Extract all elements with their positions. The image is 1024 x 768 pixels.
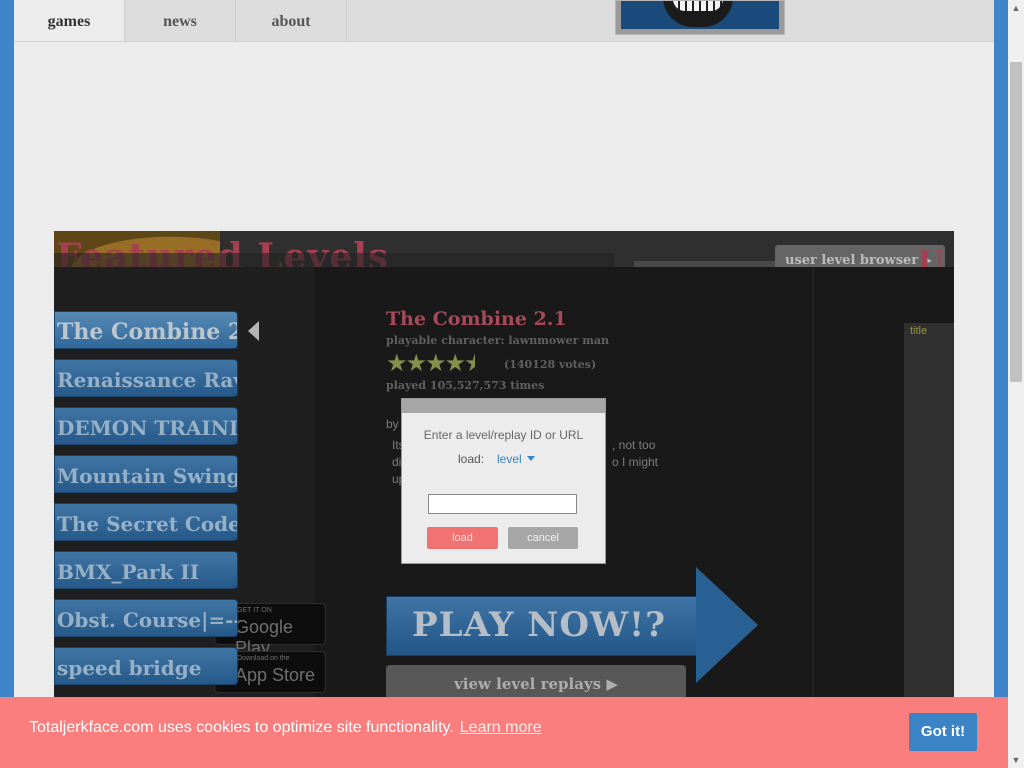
load-type-select[interactable]: level <box>497 452 535 466</box>
dialog-titlebar <box>402 399 605 413</box>
id-url-input[interactable] <box>428 494 577 514</box>
scroll-up-icon[interactable]: ▲ <box>1008 0 1024 16</box>
got-it-button[interactable]: Got it! <box>909 713 977 751</box>
teeth-icon <box>673 1 723 11</box>
cookie-message: Totaljerkface.com uses cookies to optimi… <box>29 719 454 736</box>
top-nav: games news about <box>14 0 994 42</box>
cookie-message-wrap: Totaljerkface.com uses cookies to optimi… <box>29 719 542 737</box>
page-right-border <box>994 0 1008 768</box>
face-icon <box>663 1 733 27</box>
scroll-down-icon[interactable]: ▼ <box>1008 752 1024 768</box>
load-button[interactable]: load <box>427 527 498 549</box>
load-type-label: load: <box>458 452 485 466</box>
tab-about[interactable]: about <box>236 0 347 41</box>
tab-news[interactable]: news <box>125 0 236 41</box>
learn-more-link[interactable]: Learn more <box>460 719 542 736</box>
caret-down-icon <box>526 456 535 461</box>
page-left-border <box>0 0 14 768</box>
load-type-value: level <box>497 452 522 466</box>
page: games news about Featured Levels user le… <box>14 0 994 768</box>
dialog-prompt: Enter a level/replay ID or URL <box>423 428 584 442</box>
load-dialog: Enter a level/replay ID or URL load: lev… <box>401 398 606 564</box>
cookie-banner: Totaljerkface.com uses cookies to optimi… <box>0 697 1008 768</box>
game-embed[interactable]: Featured Levels user level browser ▶ U T… <box>54 231 954 768</box>
cancel-button[interactable]: cancel <box>508 527 578 549</box>
scroll-thumb[interactable] <box>1010 62 1022 382</box>
header-avatar[interactable] <box>615 0 785 35</box>
avatar-image <box>621 1 779 29</box>
tab-games[interactable]: games <box>14 0 125 41</box>
